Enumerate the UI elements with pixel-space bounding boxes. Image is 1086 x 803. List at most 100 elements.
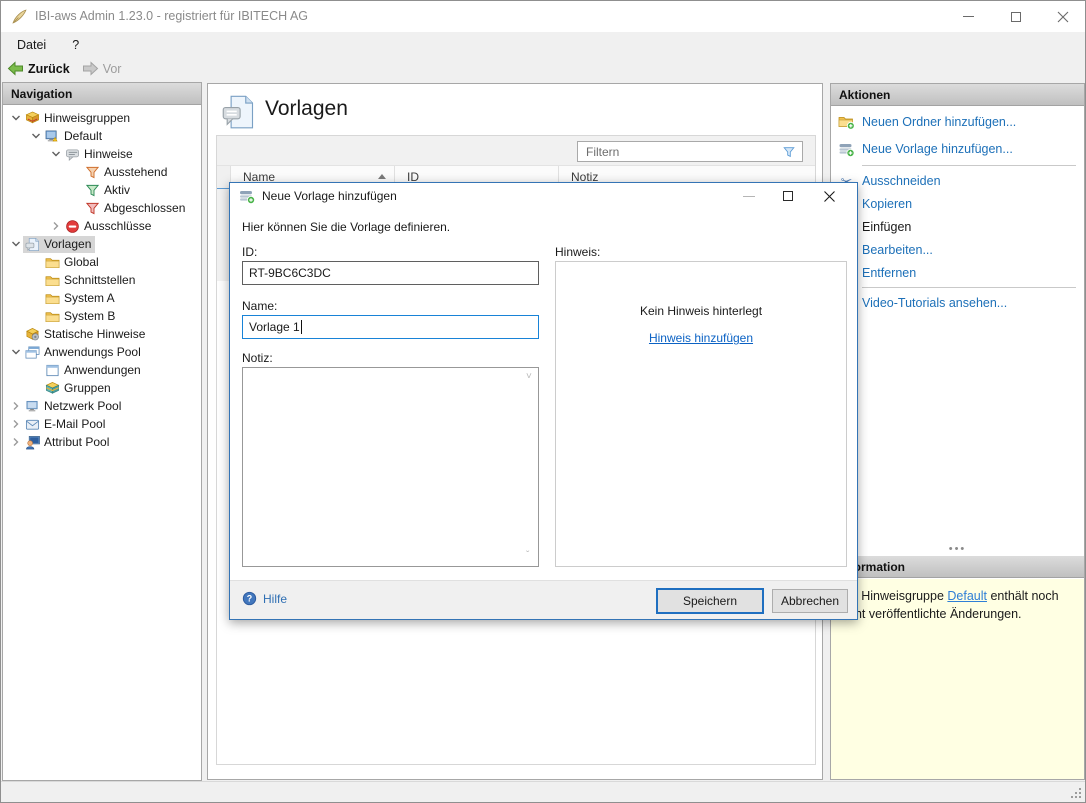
id-field[interactable] [242,261,539,285]
expander-open-icon[interactable] [49,148,63,160]
sidebar-item-hinweise[interactable]: Hinweise [3,145,201,163]
expander-open-icon[interactable] [9,238,23,250]
group-cube-icon [25,111,40,126]
actions-header: Aktionen [831,84,1084,106]
actions-divider [862,165,1076,166]
menu-help[interactable]: ? [62,34,89,56]
app-logo-icon [11,8,28,25]
window-maximize-button[interactable] [993,1,1038,32]
sidebar-item-hinweisgruppen[interactable]: Hinweisgruppen [3,109,201,127]
sidebar-item-aktiv[interactable]: Aktiv [3,181,201,199]
attribute-user-icon [25,435,40,450]
action-label: Bearbeiten... [862,242,933,257]
filter-funnel-icon[interactable] [781,145,797,159]
sidebar-item-schnittstellen[interactable]: Schnittstellen [3,271,201,289]
back-button[interactable]: Zurück [1,58,76,80]
sidebar-item-attribut-pool[interactable]: Attribut Pool [3,433,201,451]
resize-grip[interactable] [1069,786,1082,799]
expander-closed-icon[interactable] [49,220,63,232]
dialog-close-button[interactable] [810,183,848,209]
expander-closed-icon[interactable] [9,436,23,448]
action-bearbeiten[interactable]: Bearbeiten... [831,238,1084,261]
save-button[interactable]: Speichern [656,588,764,614]
forward-arrow-icon [82,61,99,76]
folder-icon [45,309,60,324]
tree-item-body: Aktiv [83,182,134,199]
back-label: Zurück [28,61,70,76]
actions-divider [862,287,1076,288]
folder-icon [45,291,60,306]
sort-ascending-icon [378,174,386,179]
status-bar [1,781,1085,802]
expander-open-icon[interactable] [9,112,23,124]
tree-item-body: Gruppen [43,380,115,397]
notiz-field[interactable] [242,367,539,567]
action-einf-gen: Einfügen [831,215,1084,238]
sidebar-item-ausstehend[interactable]: Ausstehend [3,163,201,181]
tree-item-label: Statische Hinweise [44,326,146,341]
window-minimize-button[interactable] [946,1,991,32]
text-caret [300,320,302,334]
expander-open-icon[interactable] [29,130,43,142]
tree-item-label: Hinweise [84,146,133,161]
scroll-up-icon[interactable]: ˅ [526,372,532,382]
sidebar-item-default[interactable]: Default [3,127,201,145]
tree-item-body: Attribut Pool [23,434,113,451]
sidebar-item-ausschl-sse[interactable]: Ausschlüsse [3,217,201,235]
filter-input[interactable] [578,143,781,160]
cancel-button[interactable]: Abbrechen [772,589,848,613]
nav-tree: Hinweisgruppen Default Hinweise Ausstehend A… [3,105,201,451]
dialog-maximize-button[interactable] [769,183,807,209]
sidebar-item-anwendungs-pool[interactable]: Anwendungs Pool [3,343,201,361]
sidebar-item-global[interactable]: Global [3,253,201,271]
scroll-down-icon[interactable]: ˇ [526,551,529,561]
action-video-tutorials-ansehen[interactable]: Video-Tutorials ansehen... [831,291,1084,314]
template-add-icon [239,188,255,204]
action-neue-vorlage-hinzuf-gen[interactable]: Neue Vorlage hinzufügen... [831,135,1084,162]
tree-item-label: Ausschlüsse [84,218,152,233]
window-icon [45,363,60,378]
tree-item-body: Netzwerk Pool [23,398,125,415]
default-group-link[interactable]: Default [947,589,987,603]
menu-datei[interactable]: Datei [7,34,56,56]
sidebar-item-abgeschlossen[interactable]: Abgeschlossen [3,199,201,217]
action-neuen-ordner-hinzuf-gen[interactable]: Neuen Ordner hinzufügen... [831,108,1084,135]
expander-open-icon[interactable] [9,346,23,358]
minimize-icon [743,195,755,197]
actions-panel: Aktionen Neuen Ordner hinzufügen... Neue … [830,83,1085,780]
sidebar-item-gruppen[interactable]: Gruppen [3,379,201,397]
forward-button[interactable]: Vor [76,58,128,80]
tree-item-body: System A [43,290,119,307]
funnel-red-icon [85,201,100,216]
nav-toolbar: Zurück Vor [1,57,1085,80]
speech-bubble-icon [65,147,80,162]
action-ausschneiden[interactable]: ✂ Ausschneiden [831,169,1084,192]
action-kopieren[interactable]: Kopieren [831,192,1084,215]
sidebar-item-anwendungen[interactable]: Anwendungen [3,361,201,379]
expander-closed-icon[interactable] [9,418,23,430]
minimize-icon [963,16,974,17]
tree-item-body: Statische Hinweise [23,326,149,343]
sidebar-item-vorlagen[interactable]: Vorlagen [3,235,201,253]
close-icon [1057,11,1068,22]
sidebar-item-statische-hinweise[interactable]: Statische Hinweise [3,325,201,343]
name-field[interactable]: Vorlage 1 [242,315,539,339]
sidebar-item-system-b[interactable]: System B [3,307,201,325]
filter-box [577,141,803,162]
window-close-button[interactable] [1040,1,1085,32]
action-entfernen[interactable]: Entfernen [831,261,1084,284]
sidebar-item-system-a[interactable]: System A [3,289,201,307]
dialog-title: Neue Vorlage hinzufügen [262,189,397,203]
forward-label: Vor [102,61,122,76]
tree-item-label: Hinweisgruppen [44,110,131,125]
group-cube2-icon [45,381,60,396]
panel-splitter[interactable]: ••• [831,544,1084,555]
help-link[interactable]: ? Hilfe [242,591,287,606]
sidebar-item-e-mail-pool[interactable]: E-Mail Pool [3,415,201,433]
sidebar-item-netzwerk-pool[interactable]: Netzwerk Pool [3,397,201,415]
notiz-label: Notiz: [242,351,273,365]
hinweis-add-link[interactable]: Hinweis hinzufügen [649,331,753,345]
expander-closed-icon[interactable] [9,400,23,412]
hinweis-empty-text: Kein Hinweis hinterlegt [639,304,763,318]
folder-icon [45,255,60,270]
